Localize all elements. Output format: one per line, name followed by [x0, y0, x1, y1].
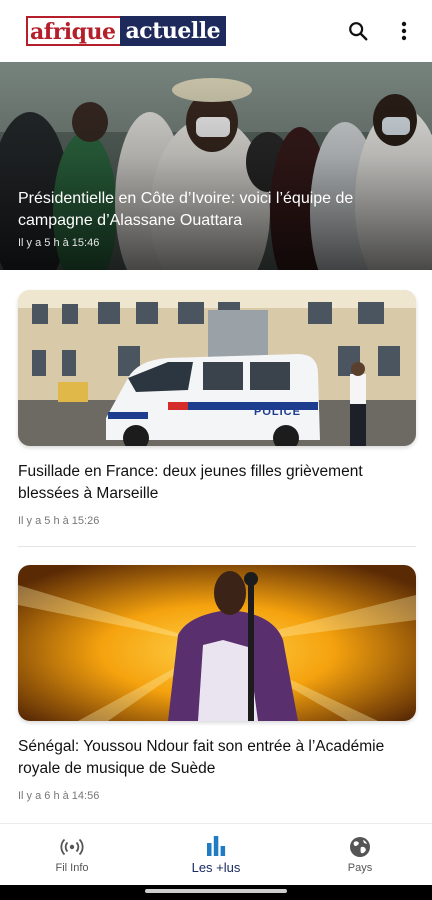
more-vert-icon	[401, 21, 407, 41]
logo-text-actuelle: actuelle	[119, 16, 227, 46]
logo-text-afrique: afrique	[26, 16, 120, 46]
hero-timestamp: Il y a 5 h à 15:46	[18, 237, 100, 249]
app-header: afrique actuelle	[0, 0, 432, 62]
article-image	[18, 565, 416, 721]
hero-title[interactable]: Présidentielle en Côte d’Ivoire: voici l…	[18, 188, 414, 232]
nav-label: Fil Info	[55, 861, 89, 874]
van-police-label: POLICE	[254, 406, 301, 418]
nav-fil-info[interactable]: Fil Info	[0, 824, 144, 885]
article-divider	[18, 546, 416, 547]
search-button[interactable]	[344, 17, 372, 45]
article-timestamp: Il y a 6 h à 14:56	[18, 790, 100, 802]
overflow-menu-button[interactable]	[390, 17, 418, 45]
bottom-navigation: Fil Info Les +lus Pays	[0, 823, 432, 885]
article-image	[18, 290, 416, 446]
nav-les-plus-lus[interactable]: Les +lus	[144, 824, 288, 885]
search-icon	[349, 22, 368, 41]
bar-chart-icon	[207, 836, 226, 856]
globe-icon	[350, 836, 370, 857]
article-title[interactable]: Sénégal: Youssou Ndour fait son entrée à…	[18, 736, 416, 780]
nav-pays[interactable]: Pays	[288, 824, 432, 885]
article-timestamp: Il y a 5 h à 15:26	[18, 515, 100, 527]
app-logo[interactable]: afrique actuelle	[26, 16, 227, 46]
nav-label: Les +lus	[191, 860, 241, 875]
home-gesture-handle[interactable]	[145, 889, 287, 893]
broadcast-icon	[60, 838, 84, 855]
hero-article[interactable]: Présidentielle en Côte d’Ivoire: voici l…	[0, 62, 432, 270]
article-title[interactable]: Fusillade en France: deux jeunes filles …	[18, 461, 416, 505]
header-actions	[344, 17, 418, 45]
nav-label: Pays	[347, 861, 373, 874]
